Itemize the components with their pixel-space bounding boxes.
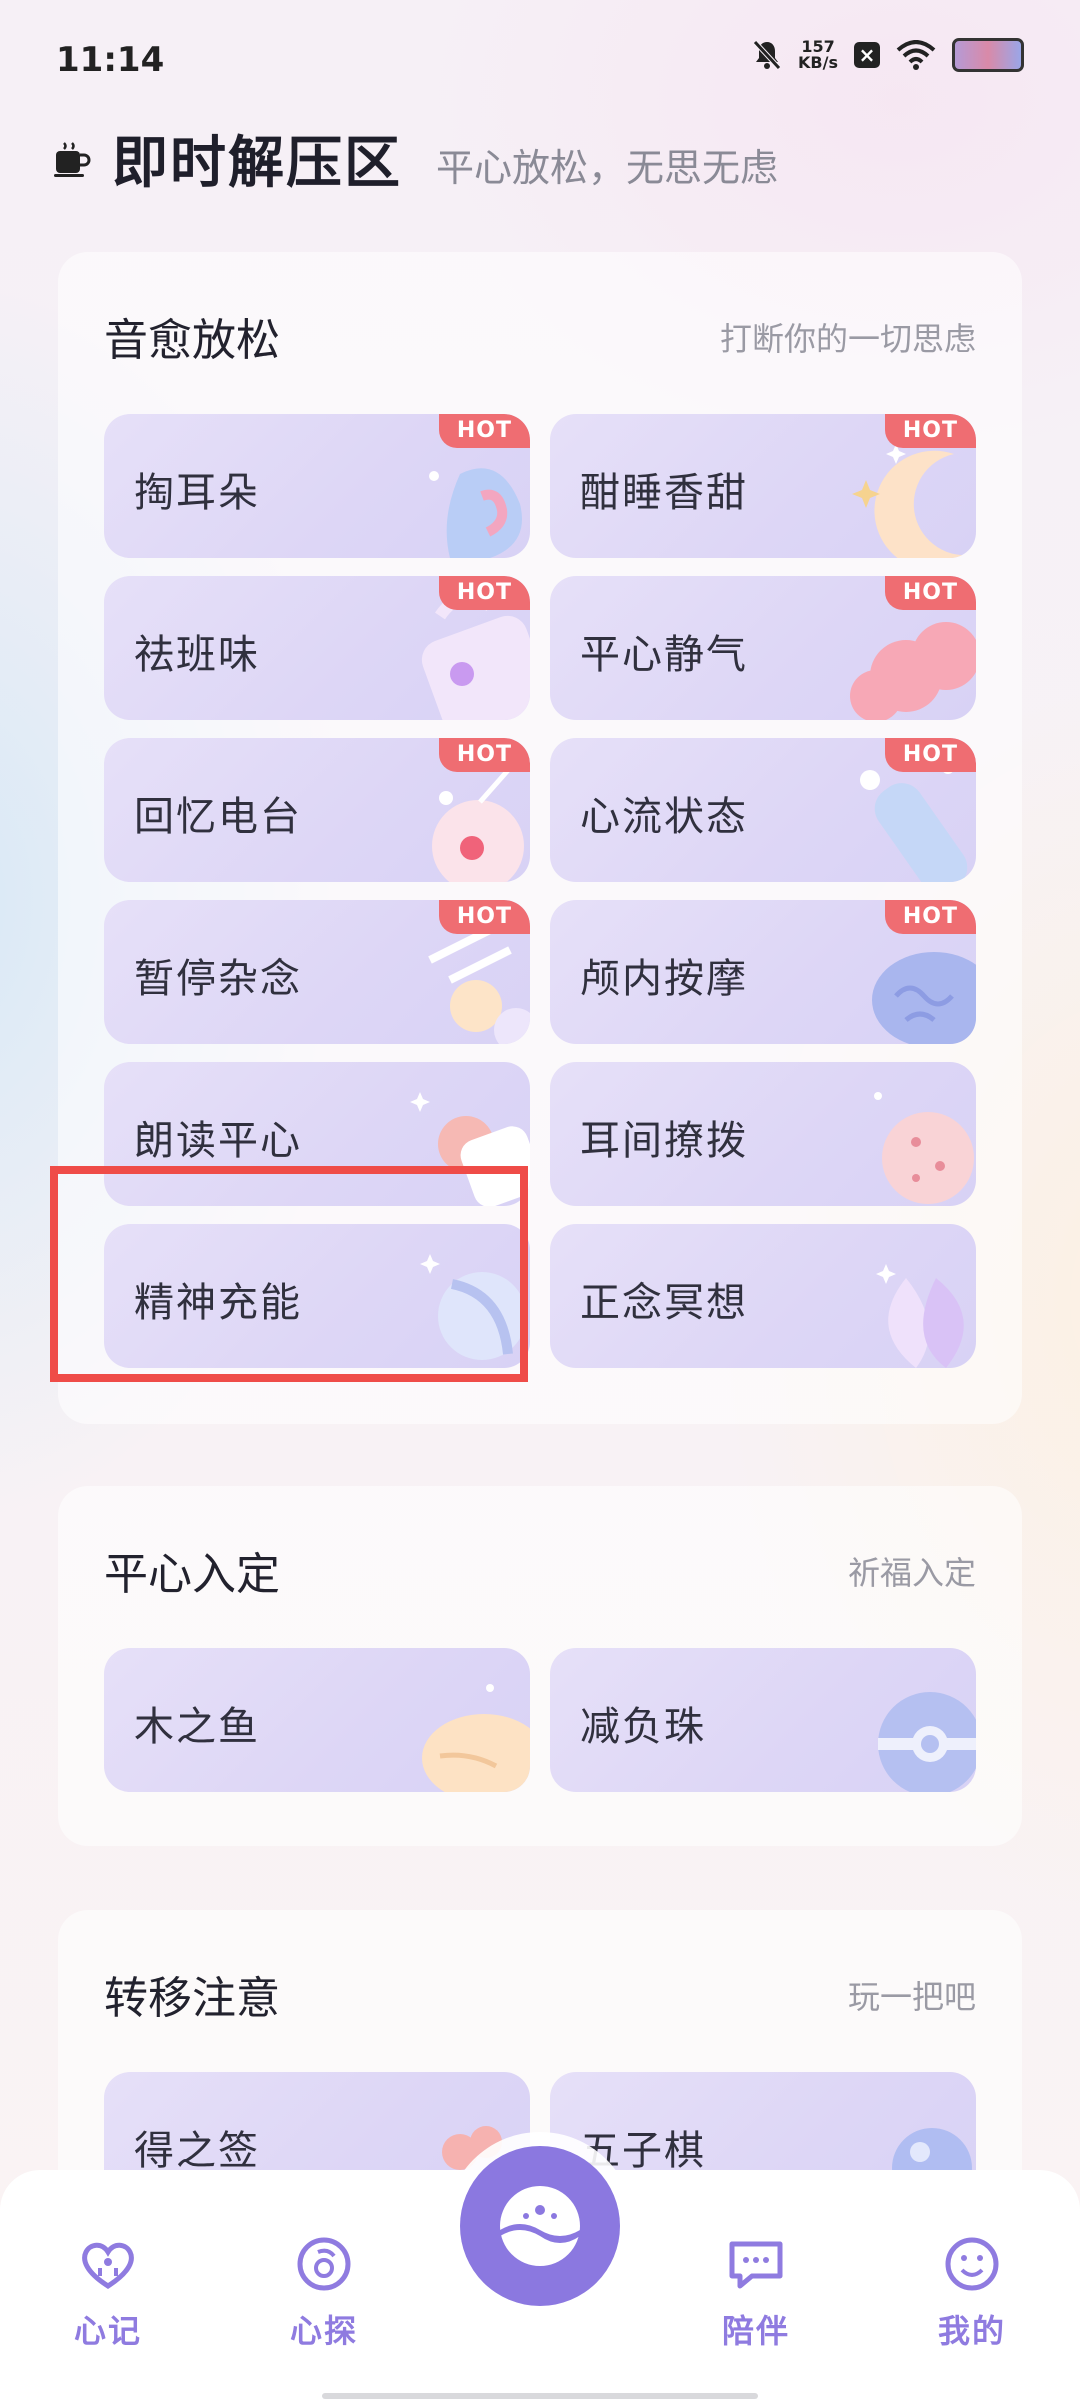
home-indicator[interactable]	[322, 2393, 758, 2399]
net-speed: 157 KB/s	[798, 39, 838, 71]
status-bar: 11:14 157 KB/s ×	[0, 0, 1080, 120]
hot-badge: HOT	[884, 576, 976, 610]
tile-label: 颅内按摩	[580, 956, 748, 1002]
tile-label: 减负珠	[580, 1704, 706, 1750]
tile-label: 平心静气	[580, 632, 748, 678]
clock: 11:14	[56, 40, 165, 80]
nav-item-heart-explore[interactable]: 心探	[264, 2234, 384, 2352]
close-box-icon: ×	[854, 42, 880, 68]
tile-label: 木之鱼	[134, 1704, 260, 1750]
tile-label: 正念冥想	[580, 1280, 748, 1326]
highlight-frame	[50, 1166, 528, 1382]
tile-label: 得之签	[134, 2128, 260, 2174]
section-title: 平心入定	[104, 1549, 280, 1600]
page-subtitle: 平心放松，无思无虑	[436, 146, 779, 190]
page-title: 即时解压区	[112, 131, 402, 196]
explore-icon	[297, 2237, 351, 2291]
tile-ear-cleaning[interactable]: 掏耳朵 HOT	[104, 414, 530, 558]
nav-label: 陪伴	[721, 2312, 790, 2350]
bell-muted-icon	[753, 40, 781, 70]
hot-badge: HOT	[884, 900, 976, 934]
wooden-fish-icon	[422, 1684, 530, 1792]
tile-label: 回忆电台	[134, 794, 302, 840]
tile-sweet-sleep[interactable]: 酣睡香甜 HOT	[550, 414, 976, 558]
tile-label: 酣睡香甜	[580, 470, 748, 516]
tile-calm-mind[interactable]: 平心静气 HOT	[550, 576, 976, 720]
hot-badge: HOT	[438, 738, 530, 772]
section-subtitle: 祈福入定	[847, 1554, 976, 1592]
tile-memory-radio[interactable]: 回忆电台 HOT	[104, 738, 530, 882]
planet-icon	[500, 2186, 580, 2266]
tile-wooden-fish[interactable]: 木之鱼	[104, 1648, 530, 1792]
coffee-cup-icon	[54, 141, 91, 177]
tile-head-massage[interactable]: 颅内按摩 HOT	[550, 900, 976, 1044]
nav-item-companion[interactable]: 陪伴	[696, 2234, 816, 2352]
hot-badge: HOT	[884, 414, 976, 448]
nav-item-heart-notes[interactable]: 心记	[48, 2234, 168, 2352]
hot-badge: HOT	[438, 900, 530, 934]
center-action-button[interactable]	[460, 2146, 620, 2306]
tile-label: 掏耳朵	[134, 470, 260, 516]
page-header: 即时解压区 平心放松，无思无虑	[52, 118, 778, 199]
tile-pause-thoughts[interactable]: 暂停杂念 HOT	[104, 900, 530, 1044]
tile-mindful-meditation[interactable]: 正念冥想	[550, 1224, 976, 1368]
tile-ear-tease[interactable]: 耳间撩拨	[550, 1062, 976, 1206]
hot-badge: HOT	[438, 414, 530, 448]
section-title: 音愈放松	[104, 315, 280, 366]
tile-flow-state[interactable]: 心流状态 HOT	[550, 738, 976, 882]
section-subtitle: 打断你的一切思虑	[719, 320, 976, 358]
battery-icon	[952, 38, 1024, 72]
tile-label: 朗读平心	[134, 1118, 302, 1164]
tile-label: 祛班味	[134, 632, 260, 678]
hot-badge: HOT	[438, 576, 530, 610]
smile-icon	[945, 2237, 999, 2291]
status-icons: 157 KB/s ×	[752, 38, 1024, 72]
wifi-icon	[896, 40, 936, 70]
nav-label: 心探	[289, 2312, 358, 2350]
heart-icon	[82, 2242, 134, 2289]
tile-remove-work-vibe[interactable]: 祛班味 HOT	[104, 576, 530, 720]
tile-label: 耳间撩拨	[580, 1118, 748, 1164]
section-title: 转移注意	[104, 1973, 280, 2024]
tile-stress-bead[interactable]: 减负珠	[550, 1648, 976, 1792]
section-calm-meditation: 平心入定 祈福入定 木之鱼 减负珠	[58, 1486, 1022, 1846]
nav-label: 心记	[73, 2312, 142, 2350]
nav-item-profile[interactable]: 我的	[912, 2234, 1032, 2352]
section-subtitle: 玩一把吧	[847, 1978, 976, 2016]
chat-icon	[729, 2241, 783, 2289]
bead-icon	[878, 1692, 976, 1792]
net-speed-unit: KB/s	[798, 53, 838, 72]
tile-label: 暂停杂念	[134, 956, 302, 1002]
hot-badge: HOT	[884, 738, 976, 772]
cookie-icon	[874, 1092, 974, 1204]
lotus-icon	[876, 1264, 964, 1368]
nav-label: 我的	[937, 2312, 1006, 2350]
tile-label: 心流状态	[580, 794, 748, 840]
